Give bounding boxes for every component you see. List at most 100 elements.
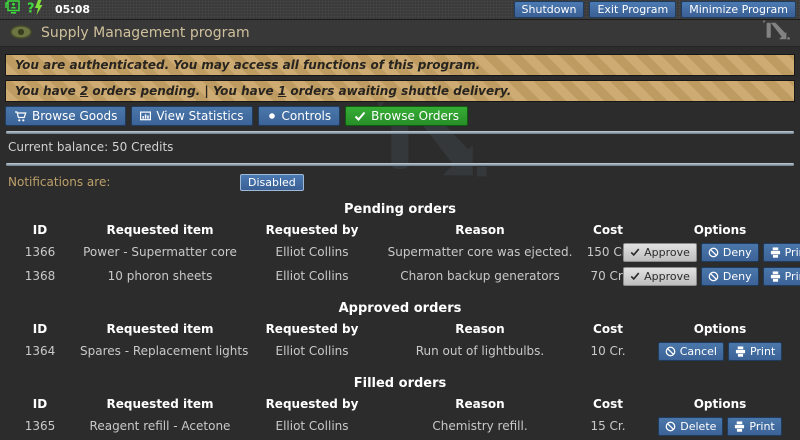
- svg-text:?: ?: [27, 2, 35, 16]
- print-icon: [734, 421, 745, 432]
- button-label: Print: [785, 246, 800, 259]
- order-requested-by: Elliot Collins: [240, 344, 384, 358]
- notifications-row: Notifications are: Disabled: [0, 172, 800, 192]
- approve-button[interactable]: Approve: [623, 267, 697, 286]
- tab-browse-goods[interactable]: Browse Goods: [5, 106, 126, 126]
- col-cost: Cost: [576, 322, 640, 336]
- tab-label: Browse Goods: [32, 109, 117, 123]
- filled-orders-title: Filled orders: [0, 376, 800, 391]
- order-cost: 10 Cr.: [576, 344, 640, 358]
- ban-icon: [708, 247, 719, 258]
- order-item: Reagent refill - Acetone: [80, 419, 240, 433]
- button-label: Cancel: [680, 345, 717, 358]
- ban-icon: [708, 271, 719, 282]
- eye-icon: [10, 24, 32, 43]
- deny-button[interactable]: Deny: [701, 243, 759, 262]
- controls-icon: [267, 111, 277, 121]
- col-by: Requested by: [240, 397, 384, 411]
- notifications-label: Notifications are:: [8, 175, 240, 189]
- order-reason: Charon backup generators: [384, 269, 576, 283]
- shutdown-button[interactable]: Shutdown: [514, 1, 585, 18]
- approved-orders-table: ID Requested item Requested by Reason Co…: [0, 318, 800, 363]
- col-cost: Cost: [576, 397, 640, 411]
- order-item: Power - Supermatter core: [80, 245, 240, 259]
- tab-bar: Browse Goods View Statistics Controls Br…: [5, 106, 800, 126]
- col-reason: Reason: [384, 223, 576, 237]
- stats-icon: [140, 111, 151, 122]
- order-item: 10 phoron sheets: [80, 269, 240, 283]
- page-title: Supply Management program: [41, 25, 250, 41]
- orders-alert-text: orders pending. | You have: [88, 84, 278, 98]
- table-header-row: ID Requested item Requested by Reason Co…: [0, 393, 800, 414]
- deny-button[interactable]: Deny: [701, 267, 759, 286]
- button-label: Approve: [644, 270, 690, 283]
- print-button[interactable]: Print: [727, 417, 781, 436]
- col-id: ID: [0, 322, 80, 336]
- print-button[interactable]: Print: [763, 243, 800, 262]
- table-header-row: ID Requested item Requested by Reason Co…: [0, 219, 800, 240]
- table-row: 1366 Power - Supermatter core Elliot Col…: [0, 240, 800, 264]
- minimize-program-button[interactable]: Minimize Program: [681, 1, 796, 18]
- print-icon: [770, 271, 781, 282]
- cart-icon: [14, 111, 27, 122]
- order-id: 1365: [0, 419, 80, 433]
- col-item: Requested item: [80, 223, 240, 237]
- check-icon: [354, 110, 366, 122]
- table-header-row: ID Requested item Requested by Reason Co…: [0, 318, 800, 339]
- tab-browse-orders[interactable]: Browse Orders: [345, 106, 468, 126]
- pda-status-icon[interactable]: [4, 0, 21, 19]
- print-icon: [735, 346, 746, 357]
- approve-button[interactable]: Approve: [623, 243, 697, 262]
- order-item: Spares - Replacement lights: [80, 344, 240, 358]
- tab-label: View Statistics: [156, 109, 243, 123]
- cancel-button[interactable]: Cancel: [658, 342, 724, 361]
- col-options: Options: [640, 397, 800, 411]
- order-requested-by: Elliot Collins: [240, 245, 384, 259]
- auth-alert-banner: You are authenticated. You may access al…: [5, 54, 795, 76]
- titlebar: Supply Management program: [0, 20, 800, 47]
- shuttle-count: 1: [278, 84, 286, 98]
- pending-count: 2: [80, 84, 88, 98]
- order-cost: 15 Cr.: [576, 419, 640, 433]
- col-item: Requested item: [80, 322, 240, 336]
- print-icon: [770, 247, 781, 258]
- tab-view-statistics[interactable]: View Statistics: [131, 106, 252, 126]
- orders-alert-banner: You have 2 orders pending. | You have 1 …: [5, 80, 795, 102]
- order-reason: Chemistry refill.: [384, 419, 576, 433]
- clock: 05:08: [55, 3, 90, 16]
- col-by: Requested by: [240, 322, 384, 336]
- order-reason: Run out of lightbulbs.: [384, 344, 576, 358]
- nanotrasen-logo-icon: [763, 20, 790, 46]
- ban-icon: [665, 421, 676, 432]
- tab-label: Controls: [282, 109, 332, 123]
- current-balance: Current balance: 50 Credits: [0, 134, 800, 158]
- notifications-toggle-button[interactable]: Disabled: [240, 174, 304, 191]
- filled-orders-table: ID Requested item Requested by Reason Co…: [0, 393, 800, 438]
- order-id: 1366: [0, 245, 80, 259]
- tab-label: Browse Orders: [371, 109, 459, 123]
- pending-orders-title: Pending orders: [0, 202, 800, 217]
- col-by: Requested by: [240, 223, 384, 237]
- auth-alert-text: You are authenticated. You may access al…: [15, 58, 480, 72]
- power-alert-icon[interactable]: ?: [27, 0, 45, 19]
- print-button[interactable]: Print: [728, 342, 782, 361]
- order-requested-by: Elliot Collins: [240, 269, 384, 283]
- button-label: Deny: [723, 270, 752, 283]
- col-options: Options: [640, 322, 800, 336]
- exit-program-button[interactable]: Exit Program: [589, 1, 676, 18]
- delete-button[interactable]: Delete: [658, 417, 723, 436]
- button-label: Print: [750, 345, 775, 358]
- divider: [6, 163, 794, 166]
- col-cost: Cost: [576, 223, 640, 237]
- orders-alert-text: You have: [15, 84, 80, 98]
- order-requested-by: Elliot Collins: [240, 419, 384, 433]
- ban-icon: [665, 346, 676, 357]
- check-icon: [630, 271, 640, 281]
- table-row: 1364 Spares - Replacement lights Elliot …: [0, 339, 800, 363]
- col-options: Options: [640, 223, 800, 237]
- button-label: Deny: [723, 246, 752, 259]
- tab-controls[interactable]: Controls: [258, 106, 341, 126]
- approved-orders-title: Approved orders: [0, 301, 800, 316]
- print-button[interactable]: Print: [763, 267, 800, 286]
- col-reason: Reason: [384, 322, 576, 336]
